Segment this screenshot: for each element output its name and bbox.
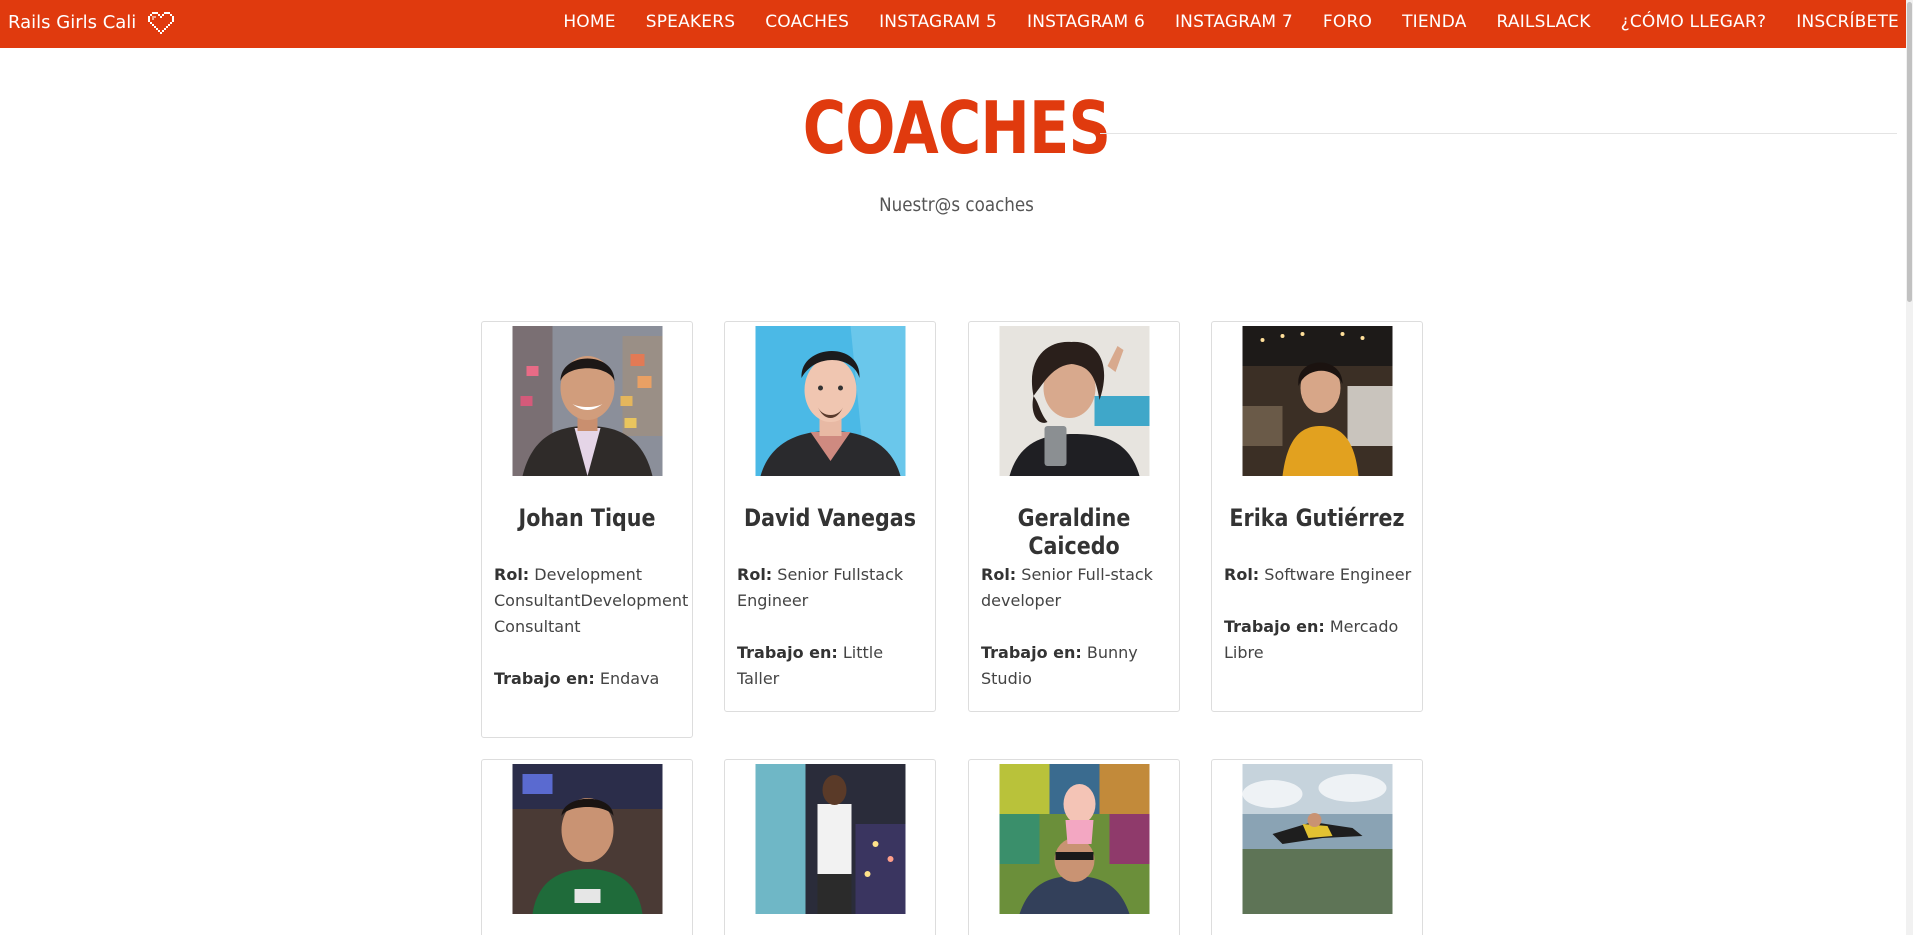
nav-item-foro[interactable]: FORO (1323, 12, 1372, 32)
role-label: Rol: (981, 565, 1017, 584)
nav-item-speakers[interactable]: SPEAKERS (646, 12, 736, 32)
nav-item-tienda[interactable]: TIENDA (1402, 12, 1466, 32)
coach-photo (512, 764, 663, 914)
page-scrollbar[interactable] (1906, 0, 1913, 935)
brand-link[interactable]: Rails Girls Cali (8, 0, 175, 44)
coach-photo (999, 764, 1150, 914)
work-label: Trabajo en: (494, 669, 595, 688)
work-label: Trabajo en: (1224, 617, 1325, 636)
coach-work: Trabajo en: Mercado Libre (1224, 614, 1414, 666)
work-label: Trabajo en: (737, 643, 838, 662)
coach-card (1211, 759, 1423, 935)
role-label: Rol: (1224, 565, 1260, 584)
page: Rails Girls Cali HOME SPEAKERS COACHES I… (0, 0, 1913, 935)
coach-info: Rol: Senior Full-stack developer Trabajo… (981, 562, 1171, 718)
title-divider (1100, 133, 1897, 134)
coach-card: Johan Tique Rol: Development ConsultantD… (481, 321, 693, 738)
coach-info: Rol: Software Engineer Trabajo en: Merca… (1224, 562, 1414, 692)
coach-card: David Vanegas Rol: Senior Fullstack Engi… (724, 321, 936, 712)
nav-item-instagram-6[interactable]: INSTAGRAM 6 (1027, 12, 1145, 32)
work-label: Trabajo en: (981, 643, 1082, 662)
coach-info: Rol: Development ConsultantDevelopment C… (494, 562, 688, 718)
coach-work: Trabajo en: Little Taller (737, 640, 927, 692)
nav-item-instagram-5[interactable]: INSTAGRAM 5 (879, 12, 997, 32)
coach-photo (1242, 764, 1393, 914)
coach-photo (755, 326, 906, 476)
heart-icon (148, 12, 175, 34)
coach-name: Geraldine Caicedo (1017, 504, 1131, 560)
role-label: Rol: (737, 565, 773, 584)
coach-card (724, 759, 936, 935)
coach-role: Rol: Senior Fullstack Engineer (737, 562, 927, 614)
role-label: Rol: (494, 565, 530, 584)
page-title: COACHES (802, 86, 1111, 170)
coach-photo (999, 326, 1150, 476)
nav-menu: HOME SPEAKERS COACHES INSTAGRAM 5 INSTAG… (563, 0, 1899, 44)
nav-item-coaches[interactable]: COACHES (765, 12, 849, 32)
scrollbar-thumb[interactable] (1907, 2, 1912, 302)
coach-role: Rol: Software Engineer (1224, 562, 1414, 588)
nav-item-railslack[interactable]: RAILSLACK (1497, 12, 1591, 32)
coach-role: Rol: Development ConsultantDevelopment C… (494, 562, 688, 640)
coach-name: David Vanegas (743, 504, 916, 532)
coach-name: Johan Tique (518, 504, 656, 532)
work-value: Endava (599, 669, 660, 688)
brand-name: Rails Girls Cali (8, 11, 137, 33)
nav-item-home[interactable]: HOME (563, 12, 615, 32)
coach-photo (755, 764, 906, 914)
nav-item-inscribete[interactable]: INSCRÍBETE (1796, 12, 1899, 32)
coach-role: Rol: Senior Full-stack developer (981, 562, 1171, 614)
coach-card (481, 759, 693, 935)
coach-info: Rol: Senior Fullstack Engineer Trabajo e… (737, 562, 927, 718)
nav-item-instagram-7[interactable]: INSTAGRAM 7 (1175, 12, 1293, 32)
top-navbar: Rails Girls Cali HOME SPEAKERS COACHES I… (0, 0, 1913, 48)
coach-card: Geraldine Caicedo Rol: Senior Full-stack… (968, 321, 1180, 712)
coach-photo (1242, 326, 1393, 476)
coach-work: Trabajo en: Endava (494, 666, 684, 692)
page-subtitle: Nuestr@s coaches (879, 194, 1034, 216)
coach-photo (512, 326, 663, 476)
coach-card: Erika Gutiérrez Rol: Software Engineer T… (1211, 321, 1423, 712)
coach-card (968, 759, 1180, 935)
role-value: Software Engineer (1264, 565, 1412, 584)
coach-work: Trabajo en: Bunny Studio (981, 640, 1171, 692)
coach-name: Erika Gutiérrez (1229, 504, 1405, 532)
nav-item-como-llegar[interactable]: ¿CÓMO LLEGAR? (1621, 12, 1767, 32)
